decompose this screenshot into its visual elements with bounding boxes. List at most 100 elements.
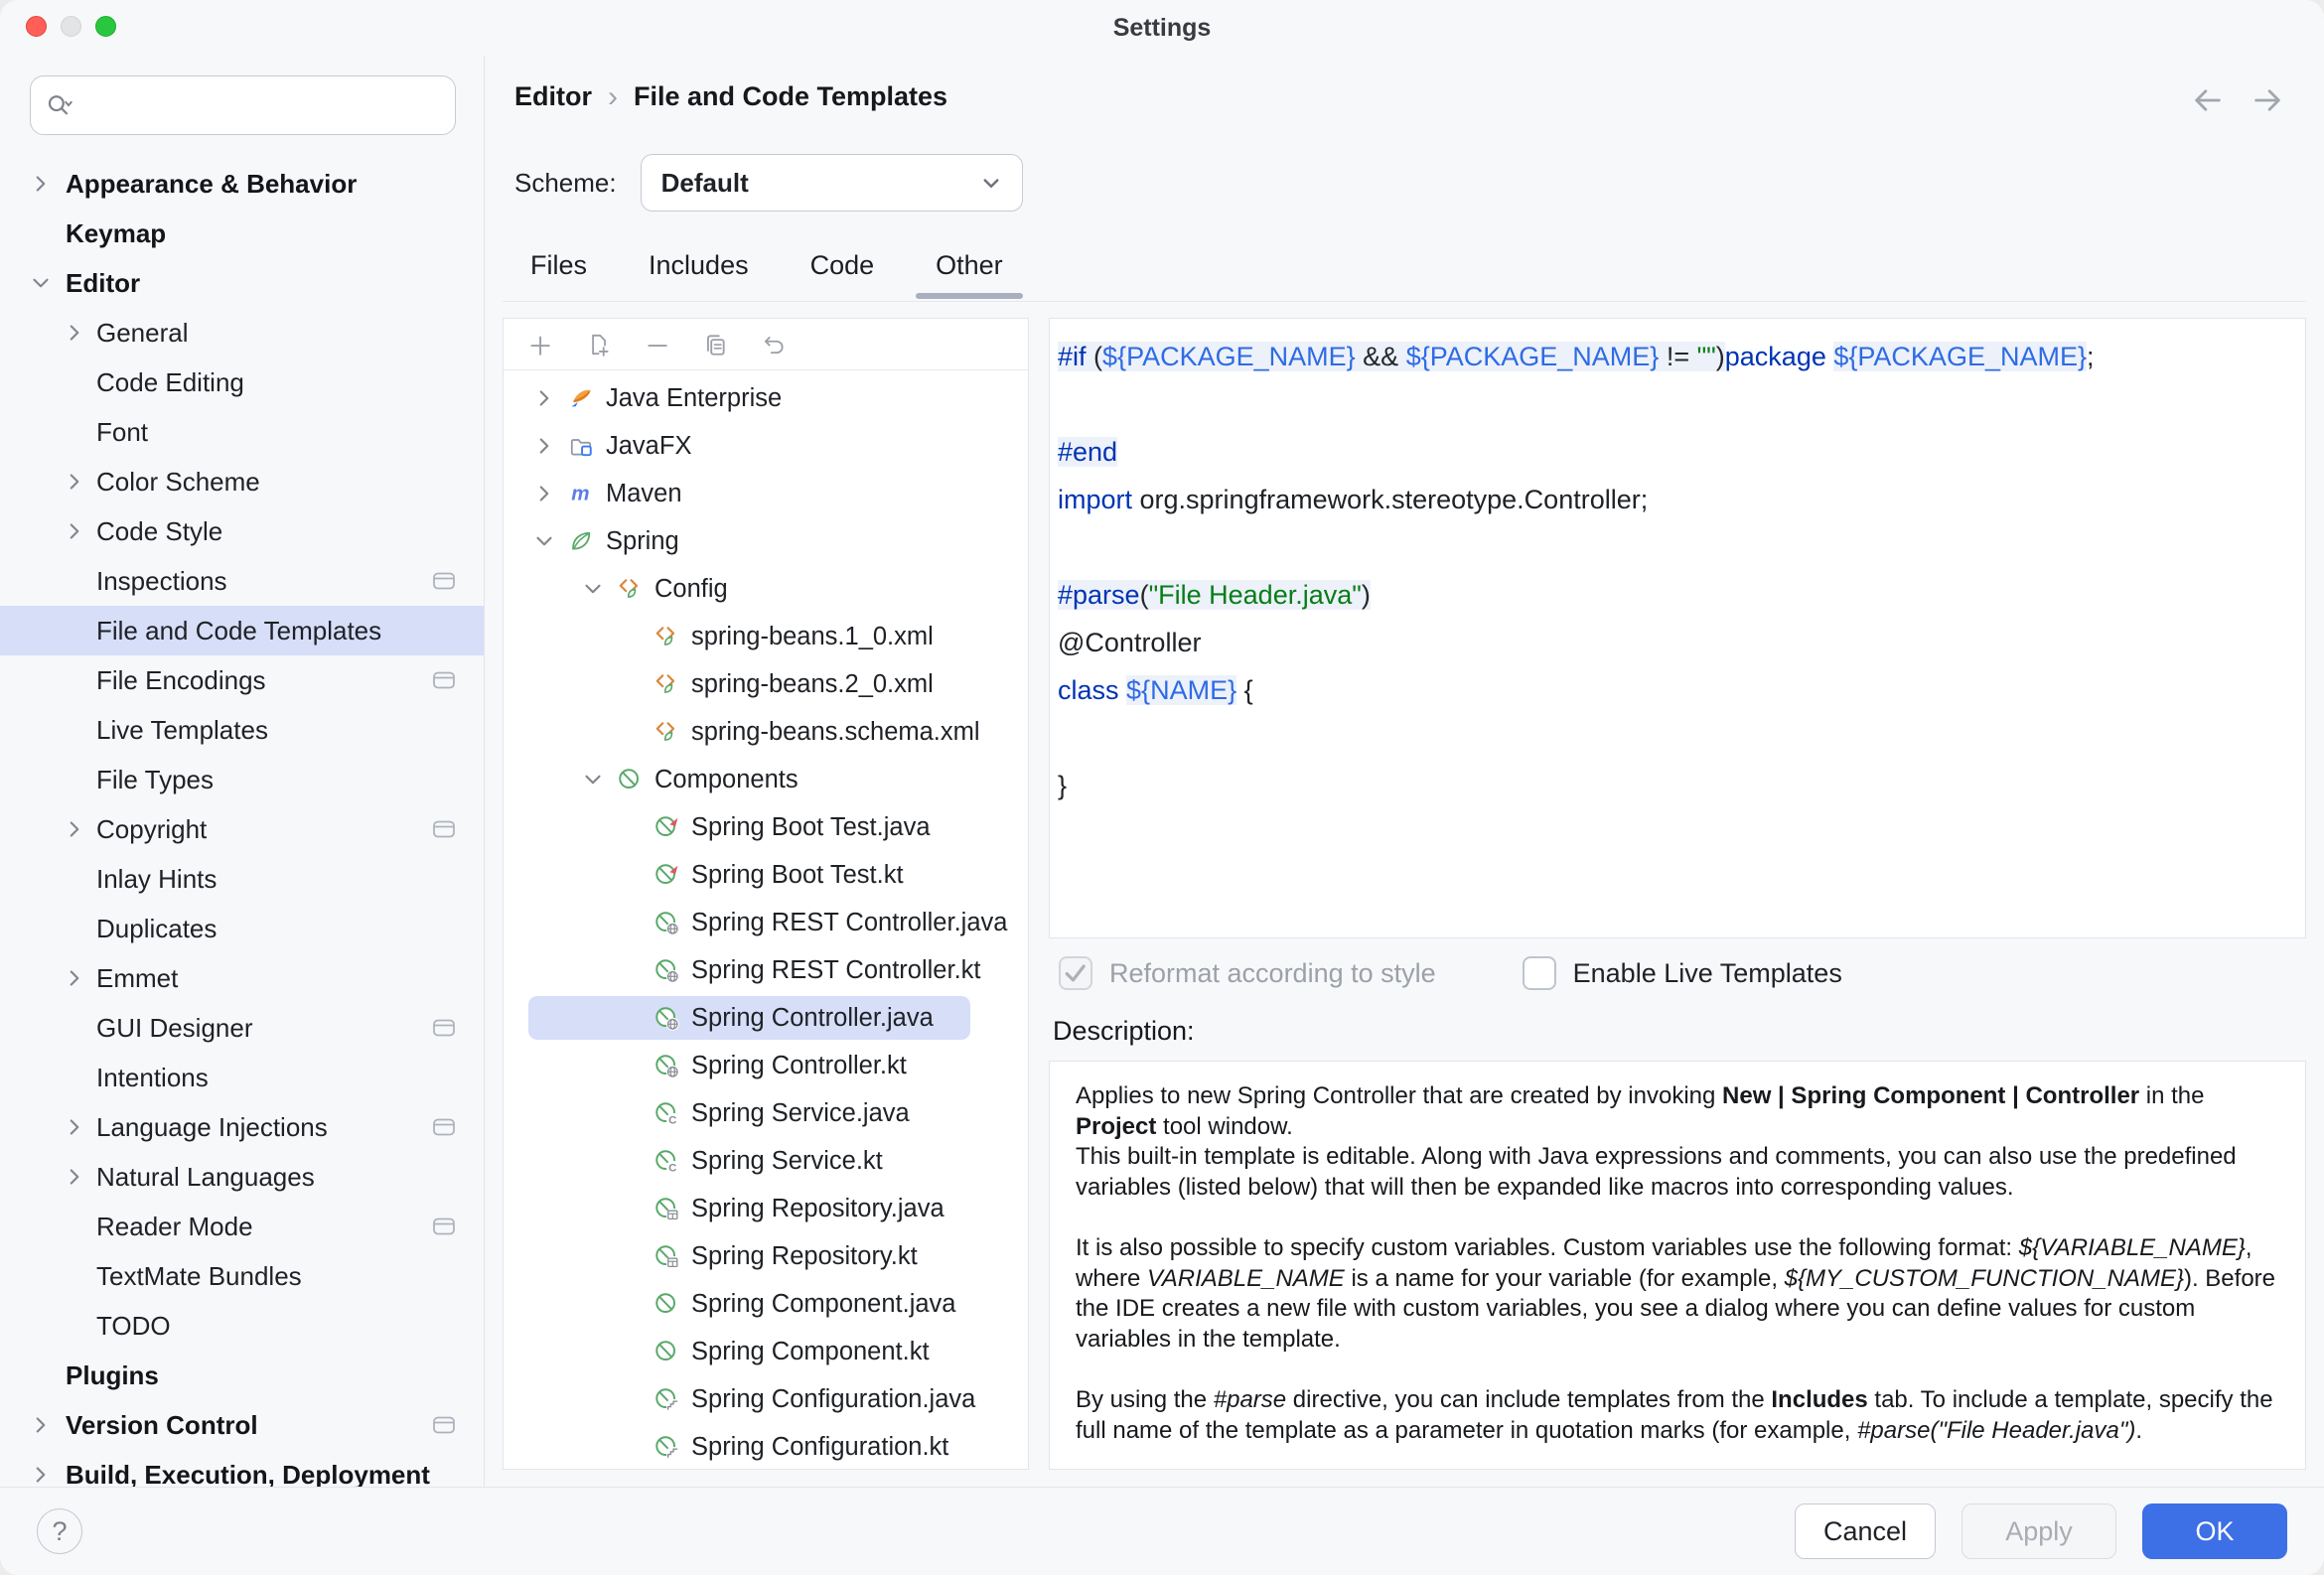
tree-item-spring-controller-kt[interactable]: Spring Controller.kt bbox=[504, 1042, 1028, 1089]
chevron-right-icon[interactable] bbox=[62, 816, 87, 842]
sidebar-item-gui-designer[interactable]: GUI Designer bbox=[0, 1003, 484, 1053]
tree-item-config[interactable]: Config bbox=[504, 565, 1028, 613]
chevron-right-icon[interactable] bbox=[531, 433, 557, 459]
copy-template-button[interactable] bbox=[701, 331, 728, 358]
tree-item-spring-boot-test-kt[interactable]: Spring Boot Test.kt bbox=[504, 851, 1028, 899]
tree-item-spring-beans-1-0-xml[interactable]: spring-beans.1_0.xml bbox=[504, 613, 1028, 660]
sidebar-item-live-templates[interactable]: Live Templates bbox=[0, 705, 484, 755]
sidebar-item-font[interactable]: Font bbox=[0, 407, 484, 457]
scheme-select[interactable]: Default bbox=[641, 154, 1023, 212]
sidebar-item-general[interactable]: General bbox=[0, 308, 484, 358]
tree-item-spring-beans-2-0-xml[interactable]: spring-beans.2_0.xml bbox=[504, 660, 1028, 708]
tree-item-label: Spring Boot Test.kt bbox=[691, 861, 904, 890]
sidebar-item-plugins[interactable]: Plugins bbox=[0, 1351, 484, 1400]
sidebar-item-file-and-code-templates[interactable]: File and Code Templates bbox=[0, 606, 484, 655]
breadcrumb-editor[interactable]: Editor bbox=[514, 81, 592, 112]
tree-item-spring-service-java[interactable]: CSpring Service.java bbox=[504, 1089, 1028, 1137]
help-button[interactable]: ? bbox=[37, 1508, 82, 1554]
tab-files[interactable]: Files bbox=[524, 238, 593, 299]
tree-item-spring-repository-java[interactable]: Spring Repository.java bbox=[504, 1185, 1028, 1232]
apply-button[interactable]: Apply bbox=[1961, 1503, 2116, 1559]
sidebar-item-version-control[interactable]: Version Control bbox=[0, 1400, 484, 1450]
create-template-button[interactable] bbox=[525, 331, 552, 358]
reformat-checkbox[interactable] bbox=[1059, 956, 1092, 990]
tree-item-spring-controller-java[interactable]: Spring Controller.java bbox=[504, 994, 1028, 1042]
tree-item-label: Spring Component.java bbox=[691, 1290, 956, 1319]
chevron-down-icon[interactable] bbox=[580, 576, 606, 602]
arrow-left-icon[interactable] bbox=[2191, 83, 2225, 117]
sidebar-item-reader-mode[interactable]: Reader Mode bbox=[0, 1202, 484, 1251]
tree-item-javafx[interactable]: JavaFX bbox=[504, 422, 1028, 470]
sidebar-item-duplicates[interactable]: Duplicates bbox=[0, 904, 484, 953]
sidebar-item-editor[interactable]: Editor bbox=[0, 258, 484, 308]
tree-item-spring-component-java[interactable]: Spring Component.java bbox=[504, 1280, 1028, 1328]
sidebar-item-code-editing[interactable]: Code Editing bbox=[0, 358, 484, 407]
modified-indicator-icon bbox=[432, 569, 456, 593]
tree-item-spring-configuration-java[interactable]: Spring Configuration.java bbox=[504, 1375, 1028, 1423]
spring-boot-test-icon bbox=[654, 814, 679, 840]
sidebar-item-color-scheme[interactable]: Color Scheme bbox=[0, 457, 484, 506]
chevron-right-icon[interactable] bbox=[62, 1114, 87, 1140]
tab-includes[interactable]: Includes bbox=[643, 238, 755, 299]
chevron-right-icon[interactable] bbox=[62, 320, 87, 346]
spring-config-icon bbox=[617, 576, 643, 602]
sidebar-item-intentions[interactable]: Intentions bbox=[0, 1053, 484, 1102]
tab-code[interactable]: Code bbox=[804, 238, 881, 299]
search-icon bbox=[45, 90, 74, 120]
chevron-right-icon[interactable] bbox=[28, 171, 54, 197]
tree-item-spring-configuration-kt[interactable]: Spring Configuration.kt bbox=[504, 1423, 1028, 1469]
sidebar-item-language-injections[interactable]: Language Injections bbox=[0, 1102, 484, 1152]
tree-item-label: Components bbox=[654, 766, 799, 794]
chevron-down-icon[interactable] bbox=[531, 528, 557, 554]
search-input[interactable] bbox=[82, 90, 441, 121]
arrow-right-icon[interactable] bbox=[2251, 83, 2284, 117]
chevron-right-icon[interactable] bbox=[62, 469, 87, 495]
cancel-button[interactable]: Cancel bbox=[1795, 1503, 1936, 1559]
sidebar-item-appearance-behavior[interactable]: Appearance & Behavior bbox=[0, 159, 484, 209]
tree-item-spring-beans-schema-xml[interactable]: spring-beans.schema.xml bbox=[504, 708, 1028, 756]
tree-item-maven[interactable]: mMaven bbox=[504, 470, 1028, 517]
sidebar-item-inspections[interactable]: Inspections bbox=[0, 556, 484, 606]
search-field[interactable] bbox=[30, 75, 456, 135]
tree-item-label: spring-beans.2_0.xml bbox=[691, 670, 934, 699]
modified-indicator-icon bbox=[432, 1413, 456, 1437]
enable-live-templates-checkbox[interactable] bbox=[1523, 956, 1556, 990]
sidebar-item-file-types[interactable]: File Types bbox=[0, 755, 484, 804]
chevron-down-icon[interactable] bbox=[28, 270, 54, 296]
sidebar-item-inlay-hints[interactable]: Inlay Hints bbox=[0, 854, 484, 904]
chevron-right-icon[interactable] bbox=[62, 518, 87, 544]
sidebar-item-emmet[interactable]: Emmet bbox=[0, 953, 484, 1003]
chevron-right-icon[interactable] bbox=[531, 481, 557, 506]
chevron-right-icon[interactable] bbox=[28, 1412, 54, 1438]
sidebar-item-build-execution-deployment[interactable]: Build, Execution, Deployment bbox=[0, 1450, 484, 1487]
create-child-template-button[interactable] bbox=[584, 331, 611, 358]
tree-item-spring-rest-controller-kt[interactable]: Spring REST Controller.kt bbox=[504, 946, 1028, 994]
chevron-right-icon[interactable] bbox=[531, 385, 557, 411]
tree-item-spring-rest-controller-java[interactable]: Spring REST Controller.java bbox=[504, 899, 1028, 946]
ok-button[interactable]: OK bbox=[2142, 1503, 2287, 1559]
sidebar-item-keymap[interactable]: Keymap bbox=[0, 209, 484, 258]
sidebar-item-copyright[interactable]: Copyright bbox=[0, 804, 484, 854]
chevron-right-icon[interactable] bbox=[62, 1164, 87, 1190]
tree-item-components[interactable]: Components bbox=[504, 756, 1028, 803]
remove-template-button[interactable] bbox=[643, 331, 669, 358]
copy-icon bbox=[702, 332, 728, 358]
sidebar-item-natural-languages[interactable]: Natural Languages bbox=[0, 1152, 484, 1202]
template-editor[interactable]: #if (${PACKAGE_NAME} && ${PACKAGE_NAME} … bbox=[1049, 318, 2306, 938]
tree-item-spring-service-kt[interactable]: CSpring Service.kt bbox=[504, 1137, 1028, 1185]
code-line: class ${NAME} { bbox=[1058, 666, 2305, 714]
sidebar-item-code-style[interactable]: Code Style bbox=[0, 506, 484, 556]
chevron-down-icon[interactable] bbox=[580, 767, 606, 792]
tree-item-spring[interactable]: Spring bbox=[504, 517, 1028, 565]
tree-item-spring-repository-kt[interactable]: Spring Repository.kt bbox=[504, 1232, 1028, 1280]
chevron-right-icon[interactable] bbox=[62, 965, 87, 991]
tree-item-spring-boot-test-java[interactable]: Spring Boot Test.java bbox=[504, 803, 1028, 851]
tree-item-java-enterprise[interactable]: Java Enterprise bbox=[504, 374, 1028, 422]
chevron-right-icon[interactable] bbox=[28, 1462, 54, 1487]
tab-other[interactable]: Other bbox=[930, 238, 1009, 299]
tree-item-spring-component-kt[interactable]: Spring Component.kt bbox=[504, 1328, 1028, 1375]
sidebar-item-todo[interactable]: TODO bbox=[0, 1301, 484, 1351]
sidebar-item-textmate-bundles[interactable]: TextMate Bundles bbox=[0, 1251, 484, 1301]
sidebar-item-file-encodings[interactable]: File Encodings bbox=[0, 655, 484, 705]
reset-to-default-button[interactable] bbox=[760, 331, 787, 358]
